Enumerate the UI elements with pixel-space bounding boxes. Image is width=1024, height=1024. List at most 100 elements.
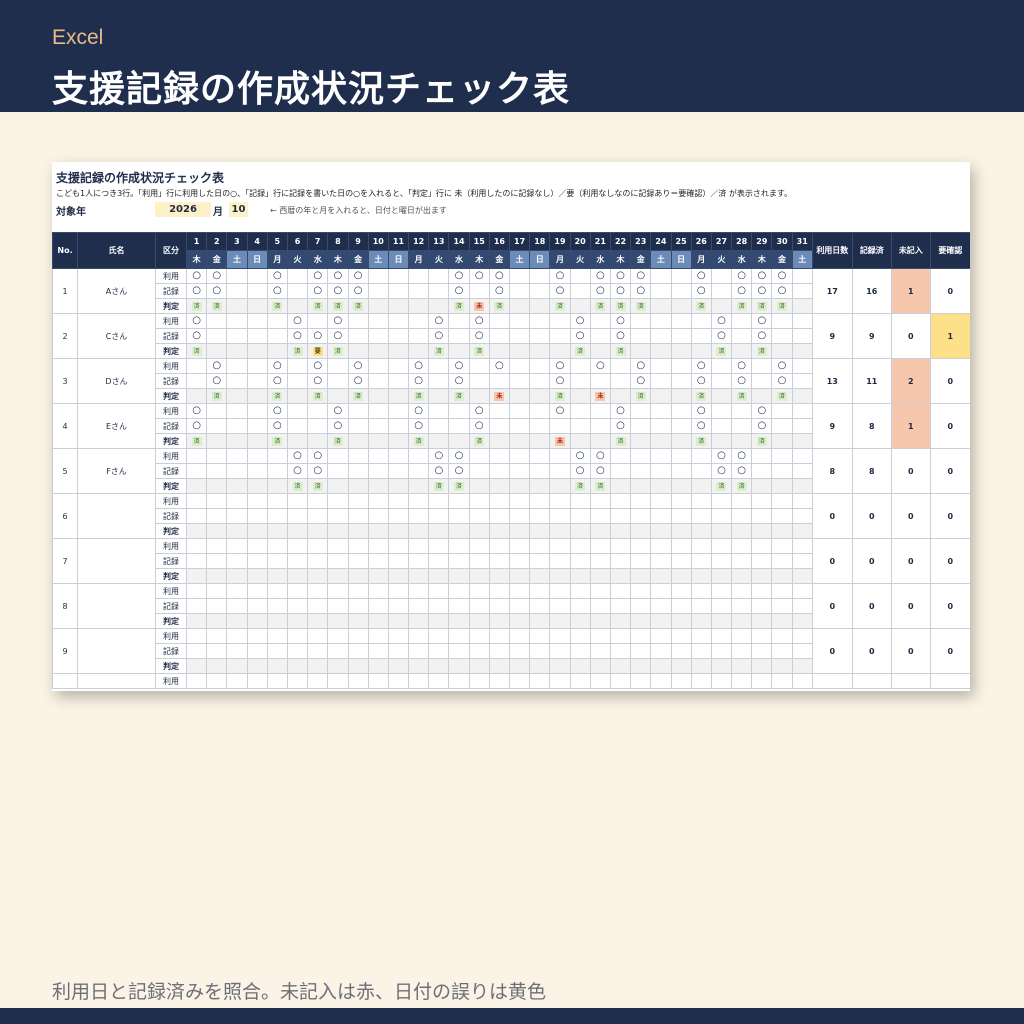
- day-cell[interactable]: [488, 448, 511, 464]
- day-cell[interactable]: [206, 493, 228, 509]
- day-cell[interactable]: [529, 373, 551, 389]
- day-cell[interactable]: [549, 313, 571, 329]
- day-cell[interactable]: [488, 493, 511, 509]
- day-cell[interactable]: 済: [549, 298, 571, 314]
- day-cell[interactable]: [286, 538, 309, 554]
- day-cell[interactable]: [428, 538, 450, 554]
- day-cell[interactable]: [428, 598, 450, 614]
- day-cell[interactable]: [731, 508, 753, 524]
- day-cell[interactable]: [367, 448, 389, 464]
- day-cell[interactable]: ○: [569, 463, 591, 479]
- day-cell[interactable]: [549, 643, 571, 659]
- day-cell[interactable]: [448, 673, 470, 689]
- day-cell[interactable]: [529, 583, 551, 599]
- day-cell[interactable]: [650, 313, 672, 329]
- day-cell[interactable]: ○: [771, 268, 793, 284]
- day-cell[interactable]: [185, 658, 208, 674]
- day-cell[interactable]: ○: [185, 328, 208, 344]
- day-cell[interactable]: [347, 403, 369, 419]
- day-cell[interactable]: [428, 658, 450, 674]
- day-cell[interactable]: [428, 298, 450, 314]
- day-cell[interactable]: [549, 568, 571, 584]
- day-cell[interactable]: [771, 313, 793, 329]
- day-cell[interactable]: [347, 538, 369, 554]
- day-cell[interactable]: [408, 538, 430, 554]
- day-cell[interactable]: [549, 598, 571, 614]
- day-cell[interactable]: [327, 583, 349, 599]
- day-cell[interactable]: [206, 598, 228, 614]
- day-cell[interactable]: [609, 523, 632, 539]
- day-cell[interactable]: [751, 523, 773, 539]
- day-cell[interactable]: [428, 283, 450, 299]
- day-cell[interactable]: [690, 523, 712, 539]
- day-cell[interactable]: [408, 268, 430, 284]
- day-cell[interactable]: [347, 658, 369, 674]
- day-cell[interactable]: [630, 538, 652, 554]
- day-cell[interactable]: [488, 418, 511, 434]
- day-cell[interactable]: [508, 388, 531, 404]
- day-cell[interactable]: ○: [428, 328, 450, 344]
- day-cell[interactable]: [408, 598, 430, 614]
- day-cell[interactable]: [771, 493, 793, 509]
- day-cell[interactable]: [650, 298, 672, 314]
- day-cell[interactable]: [286, 613, 309, 629]
- day-cell[interactable]: [751, 373, 773, 389]
- day-cell[interactable]: [508, 673, 531, 689]
- day-cell[interactable]: [630, 343, 652, 359]
- day-cell[interactable]: [367, 673, 389, 689]
- day-cell[interactable]: [468, 583, 490, 599]
- day-cell[interactable]: ○: [185, 283, 208, 299]
- day-cell[interactable]: [246, 298, 268, 314]
- day-cell[interactable]: [408, 508, 430, 524]
- day-cell[interactable]: [731, 613, 753, 629]
- day-cell[interactable]: [286, 508, 309, 524]
- day-cell[interactable]: [246, 583, 268, 599]
- day-cell[interactable]: ○: [185, 403, 208, 419]
- day-cell[interactable]: ○: [710, 448, 733, 464]
- day-cell[interactable]: [408, 478, 430, 494]
- day-cell[interactable]: [266, 673, 288, 689]
- day-cell[interactable]: [185, 598, 208, 614]
- day-cell[interactable]: ○: [731, 268, 753, 284]
- day-cell[interactable]: [569, 613, 591, 629]
- day-cell[interactable]: [448, 418, 470, 434]
- day-cell[interactable]: [387, 343, 410, 359]
- day-cell[interactable]: 済: [327, 298, 349, 314]
- day-cell[interactable]: [549, 613, 571, 629]
- day-cell[interactable]: [670, 613, 692, 629]
- day-cell[interactable]: [327, 463, 349, 479]
- day-cell[interactable]: ○: [710, 463, 733, 479]
- day-cell[interactable]: [549, 418, 571, 434]
- day-cell[interactable]: [428, 523, 450, 539]
- day-cell[interactable]: [650, 388, 672, 404]
- day-cell[interactable]: [347, 553, 369, 569]
- day-cell[interactable]: ○: [751, 418, 773, 434]
- day-cell[interactable]: ○: [630, 283, 652, 299]
- child-name-cell[interactable]: Eさん: [77, 403, 156, 449]
- day-cell[interactable]: [710, 643, 733, 659]
- day-cell[interactable]: [468, 538, 490, 554]
- day-cell[interactable]: [246, 478, 268, 494]
- day-cell[interactable]: [428, 373, 450, 389]
- day-cell[interactable]: [751, 448, 773, 464]
- day-cell[interactable]: [266, 328, 288, 344]
- day-cell[interactable]: [690, 493, 712, 509]
- day-cell[interactable]: [387, 328, 410, 344]
- day-cell[interactable]: [428, 433, 450, 449]
- day-cell[interactable]: ○: [206, 283, 228, 299]
- day-cell[interactable]: [630, 463, 652, 479]
- day-cell[interactable]: [630, 553, 652, 569]
- day-cell[interactable]: [367, 508, 389, 524]
- day-cell[interactable]: ○: [710, 313, 733, 329]
- day-cell[interactable]: [690, 508, 712, 524]
- day-cell[interactable]: [650, 478, 672, 494]
- day-cell[interactable]: [670, 553, 692, 569]
- day-cell[interactable]: [549, 658, 571, 674]
- day-cell[interactable]: [670, 298, 692, 314]
- day-cell[interactable]: [347, 598, 369, 614]
- day-cell[interactable]: [226, 493, 248, 509]
- day-cell[interactable]: [791, 403, 813, 419]
- day-cell[interactable]: [448, 613, 470, 629]
- day-cell[interactable]: [529, 628, 551, 644]
- day-cell[interactable]: [488, 568, 511, 584]
